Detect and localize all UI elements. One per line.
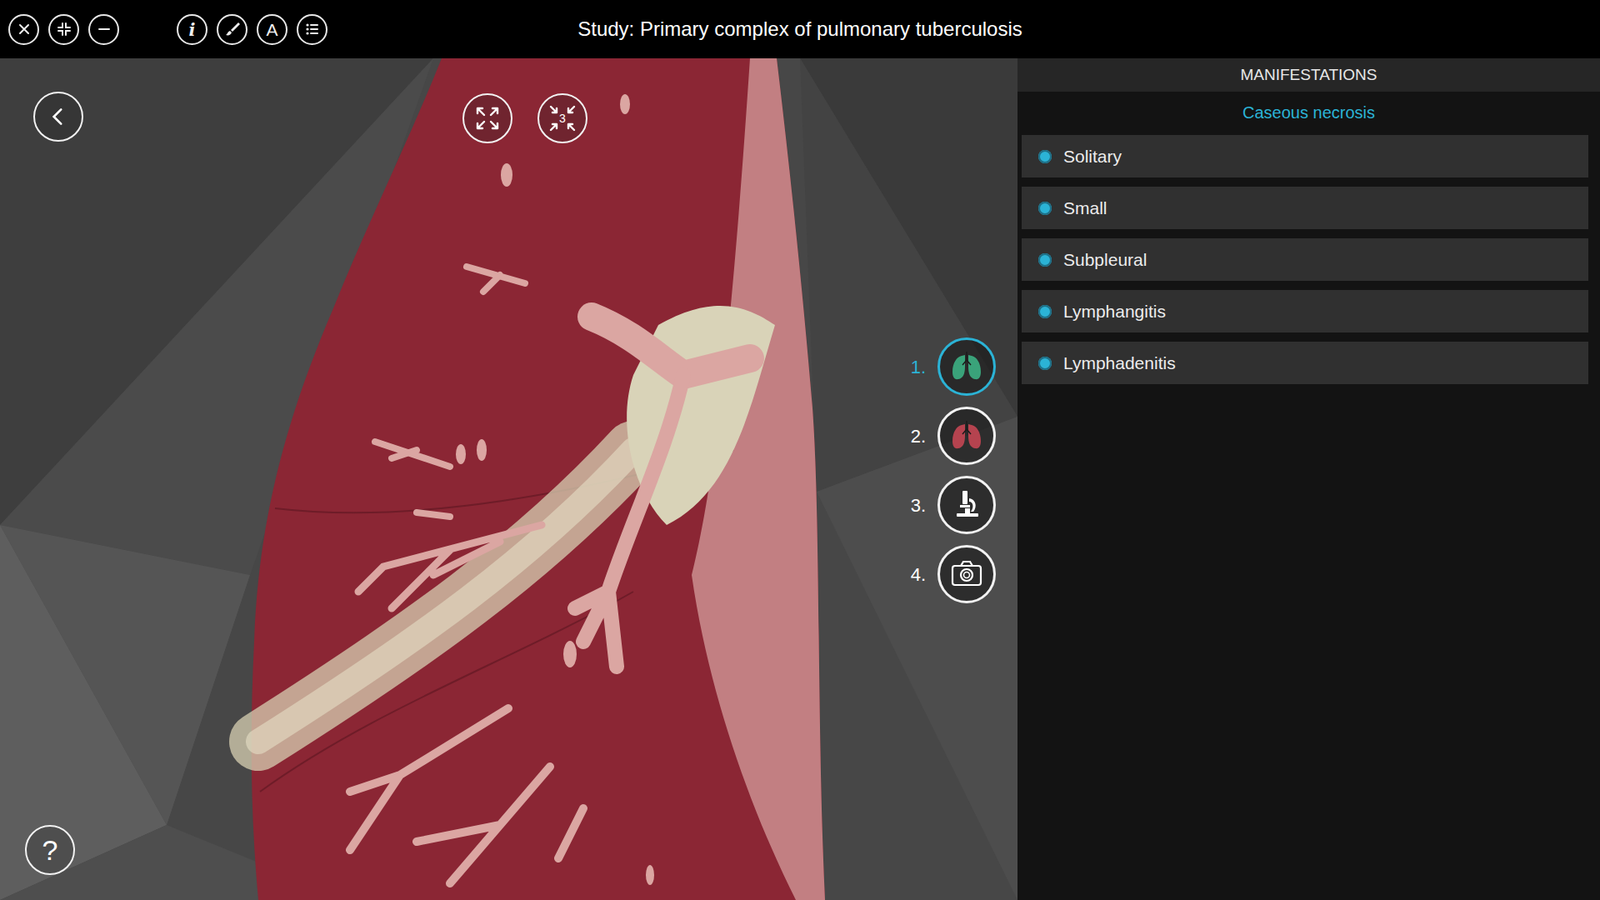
- manifestation-label: Small: [1063, 195, 1108, 222]
- fit-view-button[interactable]: 3: [537, 93, 588, 144]
- restore-button[interactable]: [48, 14, 80, 45]
- microscope-icon: [948, 486, 985, 524]
- manifestation-item[interactable]: Small: [1021, 186, 1589, 230]
- expand-icon: [470, 101, 505, 135]
- close-button[interactable]: [8, 14, 40, 45]
- step-item: 2.: [900, 406, 996, 465]
- info-icon: i: [189, 20, 196, 39]
- step-number: 1.: [900, 353, 926, 381]
- manifestations-panel: MANIFESTATIONSCaseous necrosis Solitary Sm…: [1017, 58, 1600, 900]
- close-icon: [15, 20, 33, 38]
- list-icon: [304, 20, 321, 38]
- manifestation-item[interactable]: Subpleural: [1021, 238, 1589, 281]
- labels-button[interactable]: A: [256, 14, 288, 45]
- zoom-badge: 3: [539, 112, 586, 125]
- view-controls: 3: [462, 93, 588, 144]
- step-item: 4.: [900, 545, 996, 604]
- compress-icon: [55, 20, 73, 38]
- model-viewer[interactable]: 3? 1. 2. 3. 4.: [0, 58, 1018, 900]
- bullet-icon: [1038, 305, 1052, 319]
- manifestation-item[interactable]: Solitary: [1021, 135, 1589, 178]
- step-item: 3.: [900, 475, 996, 535]
- step-number: 2.: [900, 422, 926, 450]
- panel-header: MANIFESTATIONS: [1017, 58, 1600, 92]
- lungs-icon: [948, 417, 985, 455]
- list-button[interactable]: [296, 14, 328, 45]
- step-button[interactable]: [937, 406, 996, 465]
- back-button[interactable]: [33, 91, 84, 142]
- help-button[interactable]: ?: [25, 825, 75, 875]
- window-title: Study: Primary complex of pulmonary tube…: [577, 14, 1023, 45]
- toolbar: iA: [0, 14, 578, 45]
- bullet-icon: [1038, 356, 1052, 370]
- step-item: 1.: [900, 337, 996, 396]
- minimize-button[interactable]: [88, 14, 120, 45]
- chevron-left-icon: [47, 105, 70, 128]
- step-button[interactable]: [937, 545, 996, 604]
- top-bar: iA Study: Primary complex of pulmonary t…: [0, 0, 1600, 59]
- bullet-icon: [1038, 150, 1052, 164]
- text-icon: A: [265, 20, 278, 39]
- lungs-icon: [948, 348, 985, 385]
- manifestation-list: Solitary Small Subpleural Lymphangitis Lymph…: [1017, 135, 1600, 385]
- bullet-icon: [1038, 201, 1052, 215]
- camera-icon: [948, 555, 985, 593]
- fullscreen-button[interactable]: [462, 93, 513, 144]
- step-button[interactable]: [937, 337, 996, 396]
- panel-subtitle: Caseous necrosis: [1017, 91, 1600, 135]
- info-button[interactable]: i: [176, 14, 208, 45]
- step-number: 3.: [900, 491, 926, 520]
- manifestation-label: Solitary: [1063, 143, 1122, 170]
- step-list: 1. 2. 3. 4.: [900, 337, 996, 604]
- bullet-icon: [1038, 253, 1052, 267]
- manifestation-item[interactable]: Lymphangitis: [1021, 290, 1589, 333]
- brush-icon: [224, 20, 241, 38]
- lung-model: [0, 58, 1018, 900]
- paint-button[interactable]: [216, 14, 248, 45]
- step-number: 4.: [900, 560, 926, 589]
- manifestation-label: Subpleural: [1063, 246, 1147, 274]
- step-button[interactable]: [937, 475, 996, 535]
- minus-icon: [95, 20, 113, 38]
- manifestation-item[interactable]: Lymphadenitis: [1021, 341, 1589, 385]
- manifestation-label: Lymphangitis: [1063, 298, 1166, 325]
- manifestation-label: Lymphadenitis: [1063, 350, 1176, 377]
